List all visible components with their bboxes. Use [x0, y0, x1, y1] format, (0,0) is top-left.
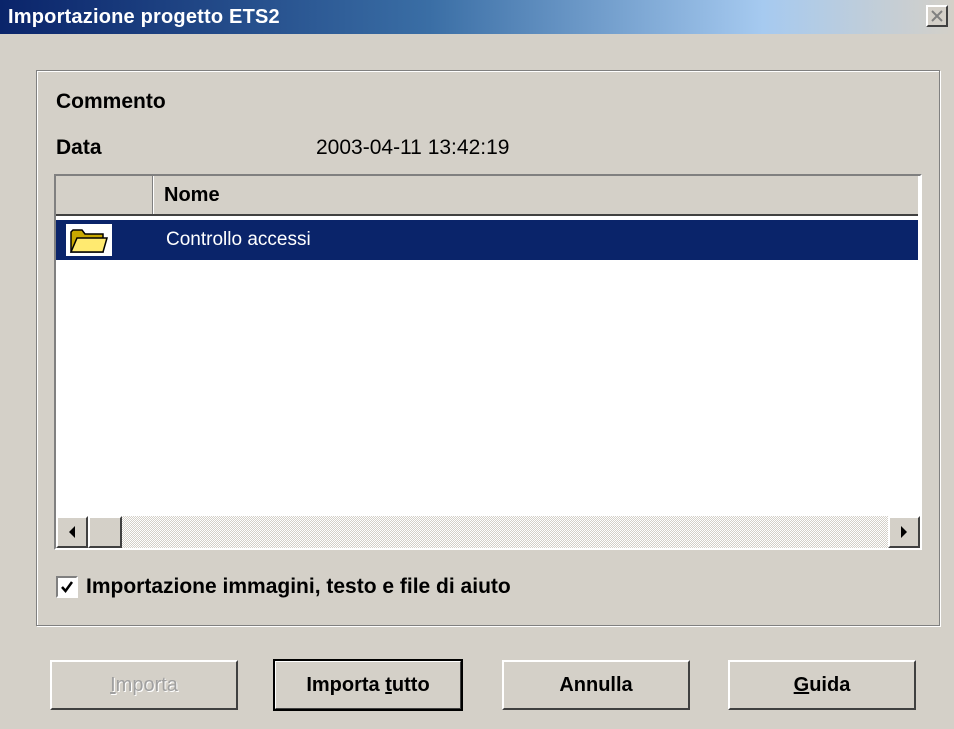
scroll-left-button[interactable]	[56, 516, 88, 548]
import-button-rest: mporta	[115, 673, 178, 696]
window-title: Importazione progetto ETS2	[8, 6, 280, 28]
arrow-left-icon	[69, 526, 75, 538]
name-column-header[interactable]: Nome	[164, 184, 220, 207]
scroll-right-button[interactable]	[888, 516, 920, 548]
cancel-button[interactable]: Annulla	[502, 660, 690, 710]
cancel-button-label: Annulla	[559, 673, 633, 696]
row-icon-box	[66, 224, 112, 256]
title-bar[interactable]: Importazione progetto ETS2	[0, 0, 954, 34]
import-button[interactable]: Importa	[50, 660, 238, 710]
include-images-label: Importazione immagini, testo e file di a…	[86, 575, 511, 598]
include-images-option[interactable]: Importazione immagini, testo e file di a…	[56, 572, 511, 602]
folder-open-icon	[69, 229, 108, 253]
import-all-button-prefix: Importa	[306, 673, 386, 696]
list-item[interactable]: Controllo accessi	[56, 220, 918, 260]
date-label: Data	[56, 136, 102, 159]
import-all-button-rest: utto	[391, 673, 430, 696]
list-item-label: Controllo accessi	[166, 229, 311, 250]
close-button[interactable]	[926, 5, 948, 27]
list-header: Nome	[56, 176, 918, 216]
date-value: 2003-04-11 13:42:19	[316, 136, 510, 159]
help-button[interactable]: Guida	[728, 660, 916, 710]
include-images-checkbox[interactable]	[56, 576, 78, 598]
checkmark-icon	[61, 581, 74, 594]
import-all-button-accesskey: t	[385, 673, 392, 696]
help-button-accesskey: G	[793, 673, 810, 696]
project-list-view[interactable]: Nome Controllo accessi	[54, 174, 922, 550]
comment-label: Commento	[56, 90, 166, 113]
arrow-right-icon	[901, 526, 907, 538]
help-button-rest: uida	[809, 673, 851, 696]
horizontal-scrollbar[interactable]	[56, 516, 920, 548]
icon-column-header[interactable]	[56, 176, 153, 214]
import-all-button[interactable]: Importa t utto	[273, 659, 463, 711]
close-icon	[931, 10, 943, 22]
scroll-thumb[interactable]	[88, 516, 122, 548]
